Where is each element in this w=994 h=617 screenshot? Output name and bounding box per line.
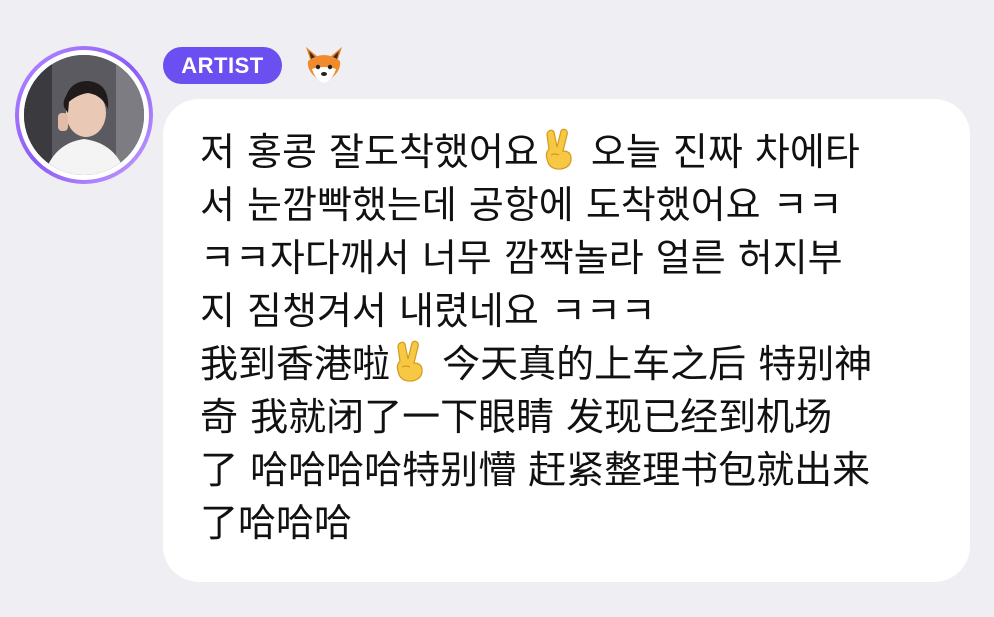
artist-badge: ARTIST xyxy=(163,47,282,84)
chat-screen: ARTIST 저 홍콩 잘도착했어요 오늘 진짜 차에타 서 눈깜빡했는데 공항… xyxy=(0,0,994,617)
message-line: 서 눈깜빡했는데 공항에 도착했어요 ㅋㅋ xyxy=(200,183,843,227)
message-line: ㅋㅋ자다깨서 너무 깜짝놀라 얼른 허지부 xyxy=(200,236,843,280)
victory-hand-icon xyxy=(390,339,430,383)
message-line: 了哈哈哈 xyxy=(200,501,353,545)
avatar-photo xyxy=(24,55,144,175)
avatar-border xyxy=(19,50,149,180)
message-segment: 저 홍콩 잘도착했어요 xyxy=(200,130,539,174)
message-segment: 今天真的上车之后 特别神 xyxy=(442,342,873,386)
avatar-illustration xyxy=(24,55,144,175)
victory-hand-icon xyxy=(539,127,579,171)
message-line: 了 哈哈哈哈特别懵 赶紧整理书包就出来 xyxy=(200,448,871,492)
message-segment: 我到香港啦 xyxy=(200,342,391,386)
message-line: 奇 我就闭了一下眼睛 发现已经到机场 xyxy=(200,395,833,439)
message-line: 我到香港啦 今天真的上车之后 特别神 xyxy=(200,338,940,391)
message-segment: 오늘 진짜 차에타 xyxy=(590,130,860,174)
message-line: 지 짐챙겨서 내렸네요 ㅋㅋㅋ xyxy=(200,289,656,333)
message-line: 저 홍콩 잘도착했어요 오늘 진짜 차에타 xyxy=(200,126,940,179)
fox-face-icon xyxy=(302,43,346,87)
message-text: 저 홍콩 잘도착했어요 오늘 진짜 차에타 서 눈깜빡했는데 공항에 도착했어요… xyxy=(200,126,940,550)
avatar[interactable] xyxy=(15,46,153,184)
